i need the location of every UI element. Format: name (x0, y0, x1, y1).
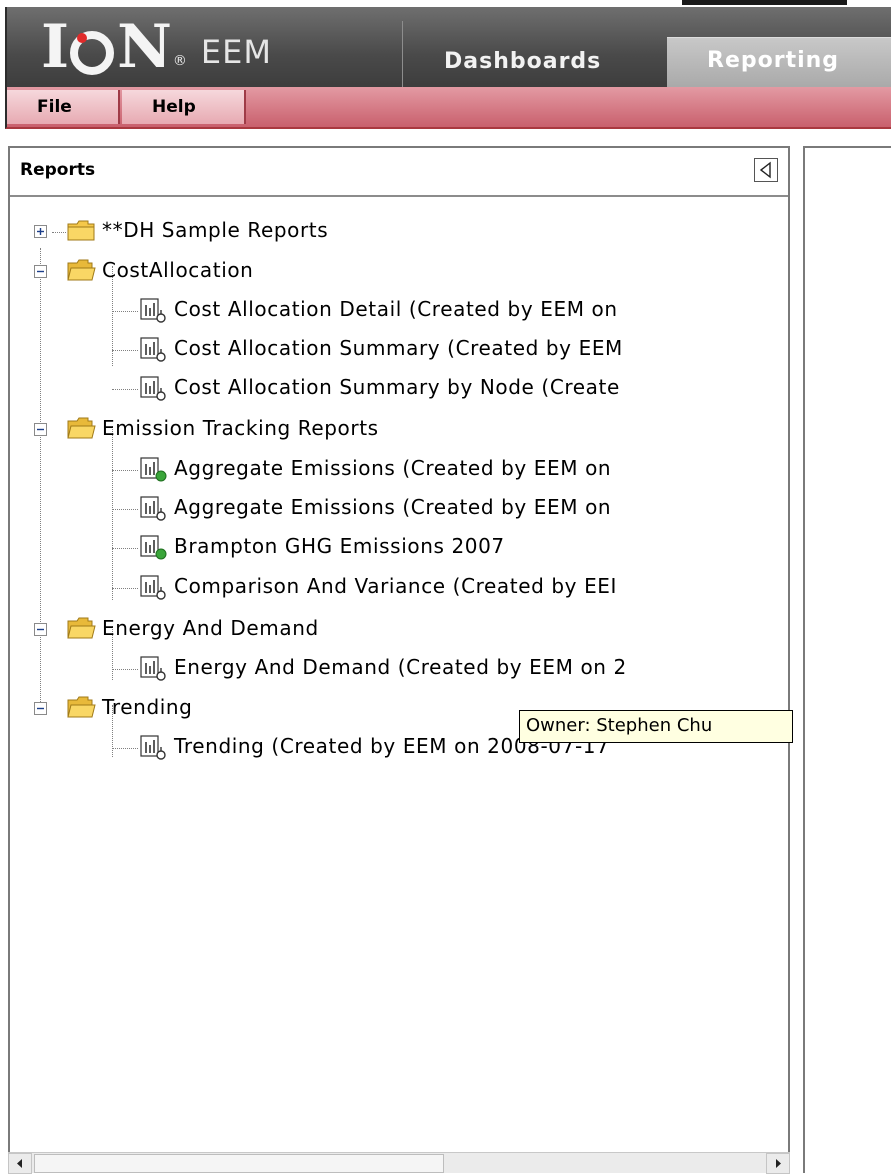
scrollbar-thumb[interactable] (34, 1154, 444, 1173)
expand-plus-icon[interactable] (34, 225, 47, 238)
report-label: Aggregate Emissions (Created by EEM on (174, 495, 612, 519)
tree-connector (112, 470, 138, 471)
tree-report-item[interactable]: Cost Allocation Summary (Created by EEM (10, 332, 788, 366)
report-label: Cost Allocation Summary by Node (Create (174, 375, 620, 399)
tab-dashboards[interactable]: Dashboards (412, 39, 668, 87)
collapse-minus-icon[interactable] (34, 623, 47, 636)
tree-folder-emission-tracking-reports[interactable]: Emission Tracking Reports (10, 412, 510, 446)
horizontal-scrollbar[interactable] (8, 1152, 790, 1174)
report-label: Comparison And Variance (Created by EEI (174, 574, 618, 598)
report-icon (140, 337, 166, 362)
folder-label: Emission Tracking Reports (102, 416, 379, 440)
logo-o-icon (69, 29, 115, 75)
tab-reporting[interactable]: Reporting (667, 37, 891, 88)
tree-connector (112, 350, 138, 351)
logo-letter-n: N (117, 12, 172, 82)
folder-open-icon (67, 259, 96, 281)
logo-registered-mark: ® (172, 53, 187, 69)
report-icon (140, 735, 166, 760)
report-icon (140, 656, 166, 681)
report-label: Aggregate Emissions (Created by EEM on (174, 456, 612, 480)
tab-dashboards-label: Dashboards (444, 49, 602, 74)
tree-connector (112, 548, 138, 549)
folder-icon (67, 220, 95, 241)
menu-help[interactable]: Help (122, 90, 246, 124)
scroll-left-button[interactable] (8, 1153, 32, 1174)
tree-report-item[interactable]: Cost Allocation Summary by Node (Create (10, 371, 788, 405)
report-label: Cost Allocation Summary (Created by EEM (174, 336, 623, 360)
browser-tab-stub (682, 0, 847, 5)
folder-label: Energy And Demand (102, 616, 319, 640)
report-label: Cost Allocation Detail (Created by EEM o… (174, 297, 618, 321)
logo-letter-i: I (41, 12, 69, 82)
logo-product-name: EEM (200, 33, 272, 71)
triangle-left-icon (759, 161, 771, 179)
report-icon (140, 298, 166, 323)
collapse-panel-button[interactable] (754, 158, 778, 182)
folder-open-icon (67, 696, 96, 718)
menu-file[interactable]: File (7, 90, 120, 124)
tree-report-item[interactable]: Aggregate Emissions (Created by EEM on (10, 452, 788, 486)
report-tree: **DH Sample Reports CostAllocation Cost … (10, 214, 788, 1134)
arrow-right-icon (776, 1159, 781, 1168)
folder-open-icon (67, 417, 96, 439)
report-label: Energy And Demand (Created by EEM on 2 (174, 655, 627, 679)
menu-bar: File Help (5, 87, 891, 129)
folder-label: **DH Sample Reports (102, 218, 329, 242)
tree-folder-energy-and-demand[interactable]: Energy And Demand (10, 612, 470, 646)
tree-report-item[interactable]: Energy And Demand (Created by EEM on 2 (10, 651, 788, 685)
tree-connector (112, 748, 138, 749)
collapse-minus-icon[interactable] (34, 265, 47, 278)
tree-report-item[interactable]: Brampton GHG Emissions 2007 (10, 530, 788, 564)
report-content-pane (803, 146, 891, 1173)
tree-connector (112, 311, 138, 312)
report-icon (140, 496, 166, 521)
report-scheduled-icon (140, 457, 167, 482)
ion-eem-logo: I N ® EEM (41, 17, 272, 77)
tree-connector (112, 509, 138, 510)
window-left-rail (0, 7, 5, 1173)
tree-report-item[interactable]: Comparison And Variance (Created by EEI (10, 570, 788, 604)
report-icon (140, 376, 166, 401)
reports-panel-title: Reports (20, 160, 96, 180)
tree-connector (112, 669, 138, 670)
scroll-right-button[interactable] (766, 1153, 790, 1174)
folder-label: Trending (102, 695, 193, 719)
collapse-minus-icon[interactable] (34, 702, 47, 715)
reports-panel: Reports **DH Sample Reports CostAllocati… (8, 146, 790, 1173)
report-icon (140, 575, 166, 600)
header-divider (402, 21, 403, 87)
tree-report-item[interactable]: Aggregate Emissions (Created by EEM on (10, 491, 788, 525)
report-label: Brampton GHG Emissions 2007 (174, 534, 505, 558)
report-scheduled-icon (140, 535, 167, 560)
owner-tooltip: Owner: Stephen Chu (519, 710, 793, 743)
folder-label: CostAllocation (102, 258, 254, 282)
collapse-minus-icon[interactable] (34, 423, 47, 436)
tree-folder-trending[interactable]: Trending (10, 691, 310, 725)
panel-separator (10, 195, 788, 197)
arrow-left-icon (17, 1159, 22, 1168)
tree-report-item[interactable]: Cost Allocation Detail (Created by EEM o… (10, 293, 788, 327)
tree-folder-costallocation[interactable]: CostAllocation (10, 254, 410, 288)
tree-connector (112, 588, 138, 589)
folder-open-icon (67, 617, 96, 639)
tree-connector (112, 389, 138, 390)
tab-reporting-label: Reporting (707, 48, 840, 73)
app-header: I N ® EEM Dashboards Reporting (5, 7, 891, 88)
window-top-strip (0, 0, 891, 7)
tree-folder-dh-sample-reports[interactable]: **DH Sample Reports (10, 214, 470, 248)
